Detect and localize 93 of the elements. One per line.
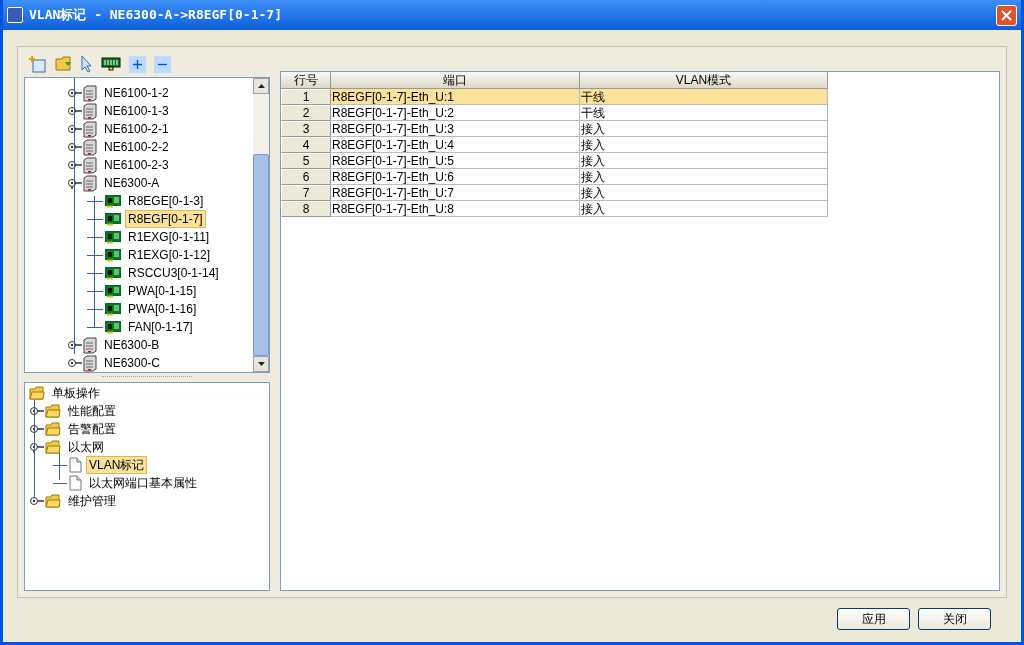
folder-icon: [45, 403, 61, 419]
tree-item[interactable]: 以太网端口基本属性: [86, 474, 200, 492]
tree-item[interactable]: R1EXG[0-1-12]: [125, 246, 214, 264]
collapsed-toggle-icon[interactable]: [67, 141, 83, 153]
circuit-card-icon: [105, 284, 121, 298]
circuit-card-icon: [105, 248, 121, 262]
tree-item[interactable]: PWA[0-1-16]: [125, 300, 200, 318]
app-logo-icon: [7, 7, 23, 23]
table-row[interactable]: 2 R8EGF[0-1-7]-Eth_U:2 干线: [281, 105, 828, 121]
tree-item[interactable]: NE6100-2-3: [101, 156, 172, 174]
server-icon: [83, 354, 97, 372]
row-number: 3: [281, 121, 331, 137]
server-icon: [83, 336, 97, 354]
row-number: 2: [281, 105, 331, 121]
column-header[interactable]: 端口: [331, 72, 580, 89]
collapse-all-icon[interactable]: [154, 55, 171, 73]
folder-icon: [45, 439, 61, 455]
board-icon[interactable]: [101, 56, 121, 72]
column-header[interactable]: 行号: [281, 72, 331, 89]
folder-icon: [45, 421, 61, 437]
tree-item[interactable]: NE6300-C: [101, 354, 164, 372]
tree-item[interactable]: 性能配置: [65, 402, 119, 420]
scroll-down-icon[interactable]: [257, 362, 265, 366]
tree-item[interactable]: 单板操作: [49, 384, 103, 402]
collapsed-toggle-icon[interactable]: [29, 495, 45, 507]
tree-item[interactable]: PWA[0-1-15]: [125, 282, 200, 300]
tree-item[interactable]: R8EGF[0-1-7]: [125, 210, 206, 228]
tree-item[interactable]: NE6100-2-2: [101, 138, 172, 156]
tree-item[interactable]: 维护管理: [65, 492, 119, 510]
tree-item[interactable]: 告警配置: [65, 420, 119, 438]
tree-item[interactable]: NE6300-A: [101, 174, 163, 192]
expanded-toggle-icon[interactable]: [29, 441, 45, 453]
circuit-card-icon: [105, 302, 121, 316]
close-icon: [1001, 9, 1012, 21]
table-row[interactable]: 7 R8EGF[0-1-7]-Eth_U:7 接入: [281, 185, 828, 201]
server-icon: [83, 174, 97, 192]
collapsed-toggle-icon[interactable]: [29, 423, 45, 435]
circuit-card-icon: [105, 266, 121, 280]
tree-item[interactable]: NE6100-1-3: [101, 102, 172, 120]
table-row[interactable]: 4 R8EGF[0-1-7]-Eth_U:4 接入: [281, 137, 828, 153]
tree-item[interactable]: FAN[0-1-17]: [125, 318, 196, 336]
tree-item[interactable]: NE6100-1-2: [101, 84, 172, 102]
tree-item[interactable]: NE6300-B: [101, 336, 163, 354]
collapsed-toggle-icon[interactable]: [67, 357, 83, 369]
server-icon: [83, 138, 97, 156]
scrollbar[interactable]: [253, 78, 269, 372]
tree-item[interactable]: RSCCU3[0-1-14]: [125, 264, 222, 282]
tree-item[interactable]: 以太网: [65, 438, 107, 456]
collapsed-toggle-icon[interactable]: [67, 339, 83, 351]
window-title: VLAN标记 - NE6300-A->R8EGF[0-1-7]: [29, 6, 282, 25]
dialog-button[interactable]: 应用: [837, 608, 910, 630]
row-number: 6: [281, 169, 331, 185]
table-row[interactable]: 6 R8EGF[0-1-7]-Eth_U:6 接入: [281, 169, 828, 185]
circuit-card-icon: [105, 320, 121, 334]
collapsed-toggle-icon[interactable]: [29, 405, 45, 417]
server-icon: [83, 156, 97, 174]
server-icon: [83, 120, 97, 138]
circuit-card-icon: [105, 194, 121, 208]
table-cell: 接入: [580, 201, 828, 217]
row-number: 1: [281, 89, 331, 105]
collapsed-toggle-icon[interactable]: [67, 105, 83, 117]
circuit-card-icon: [105, 212, 121, 226]
row-number: 4: [281, 137, 331, 153]
expanded-toggle-icon[interactable]: [67, 177, 83, 189]
tree-item[interactable]: R8EGE[0-1-3]: [125, 192, 207, 210]
server-icon: [83, 84, 97, 102]
collapsed-toggle-icon[interactable]: [67, 159, 83, 171]
table-row[interactable]: 1 R8EGF[0-1-7]-Eth_U:1 干线: [281, 89, 828, 105]
column-header[interactable]: VLAN模式: [580, 72, 828, 89]
tree-item[interactable]: VLAN标记: [86, 456, 148, 474]
document-icon: [69, 457, 82, 473]
table-cell: R8EGF[0-1-7]-Eth_U:8: [331, 201, 580, 217]
tree-item[interactable]: R1EXG[0-1-11]: [125, 228, 213, 246]
scroll-up-icon[interactable]: [257, 84, 265, 88]
row-number: 5: [281, 153, 331, 169]
circuit-card-icon: [105, 230, 121, 244]
pointer-icon[interactable]: [81, 55, 93, 73]
document-icon: [69, 475, 82, 491]
table-row[interactable]: 3 R8EGF[0-1-7]-Eth_U:3 接入: [281, 121, 828, 137]
open-folder-icon[interactable]: [55, 56, 73, 72]
folder-icon: [45, 493, 61, 509]
row-number: 8: [281, 201, 331, 217]
dialog-button[interactable]: 关闭: [918, 608, 991, 630]
server-icon: [83, 102, 97, 120]
collapsed-toggle-icon[interactable]: [67, 123, 83, 135]
collapsed-toggle-icon[interactable]: [67, 87, 83, 99]
close-button[interactable]: [996, 4, 1017, 26]
table-row[interactable]: 8 R8EGF[0-1-7]-Eth_U:8 接入: [281, 201, 828, 217]
table-row[interactable]: 5 R8EGF[0-1-7]-Eth_U:5 接入: [281, 153, 828, 169]
row-number: 7: [281, 185, 331, 201]
expand-all-icon[interactable]: [129, 55, 146, 73]
folder-icon: [29, 385, 45, 401]
tree-item[interactable]: NE6100-2-1: [101, 120, 172, 138]
